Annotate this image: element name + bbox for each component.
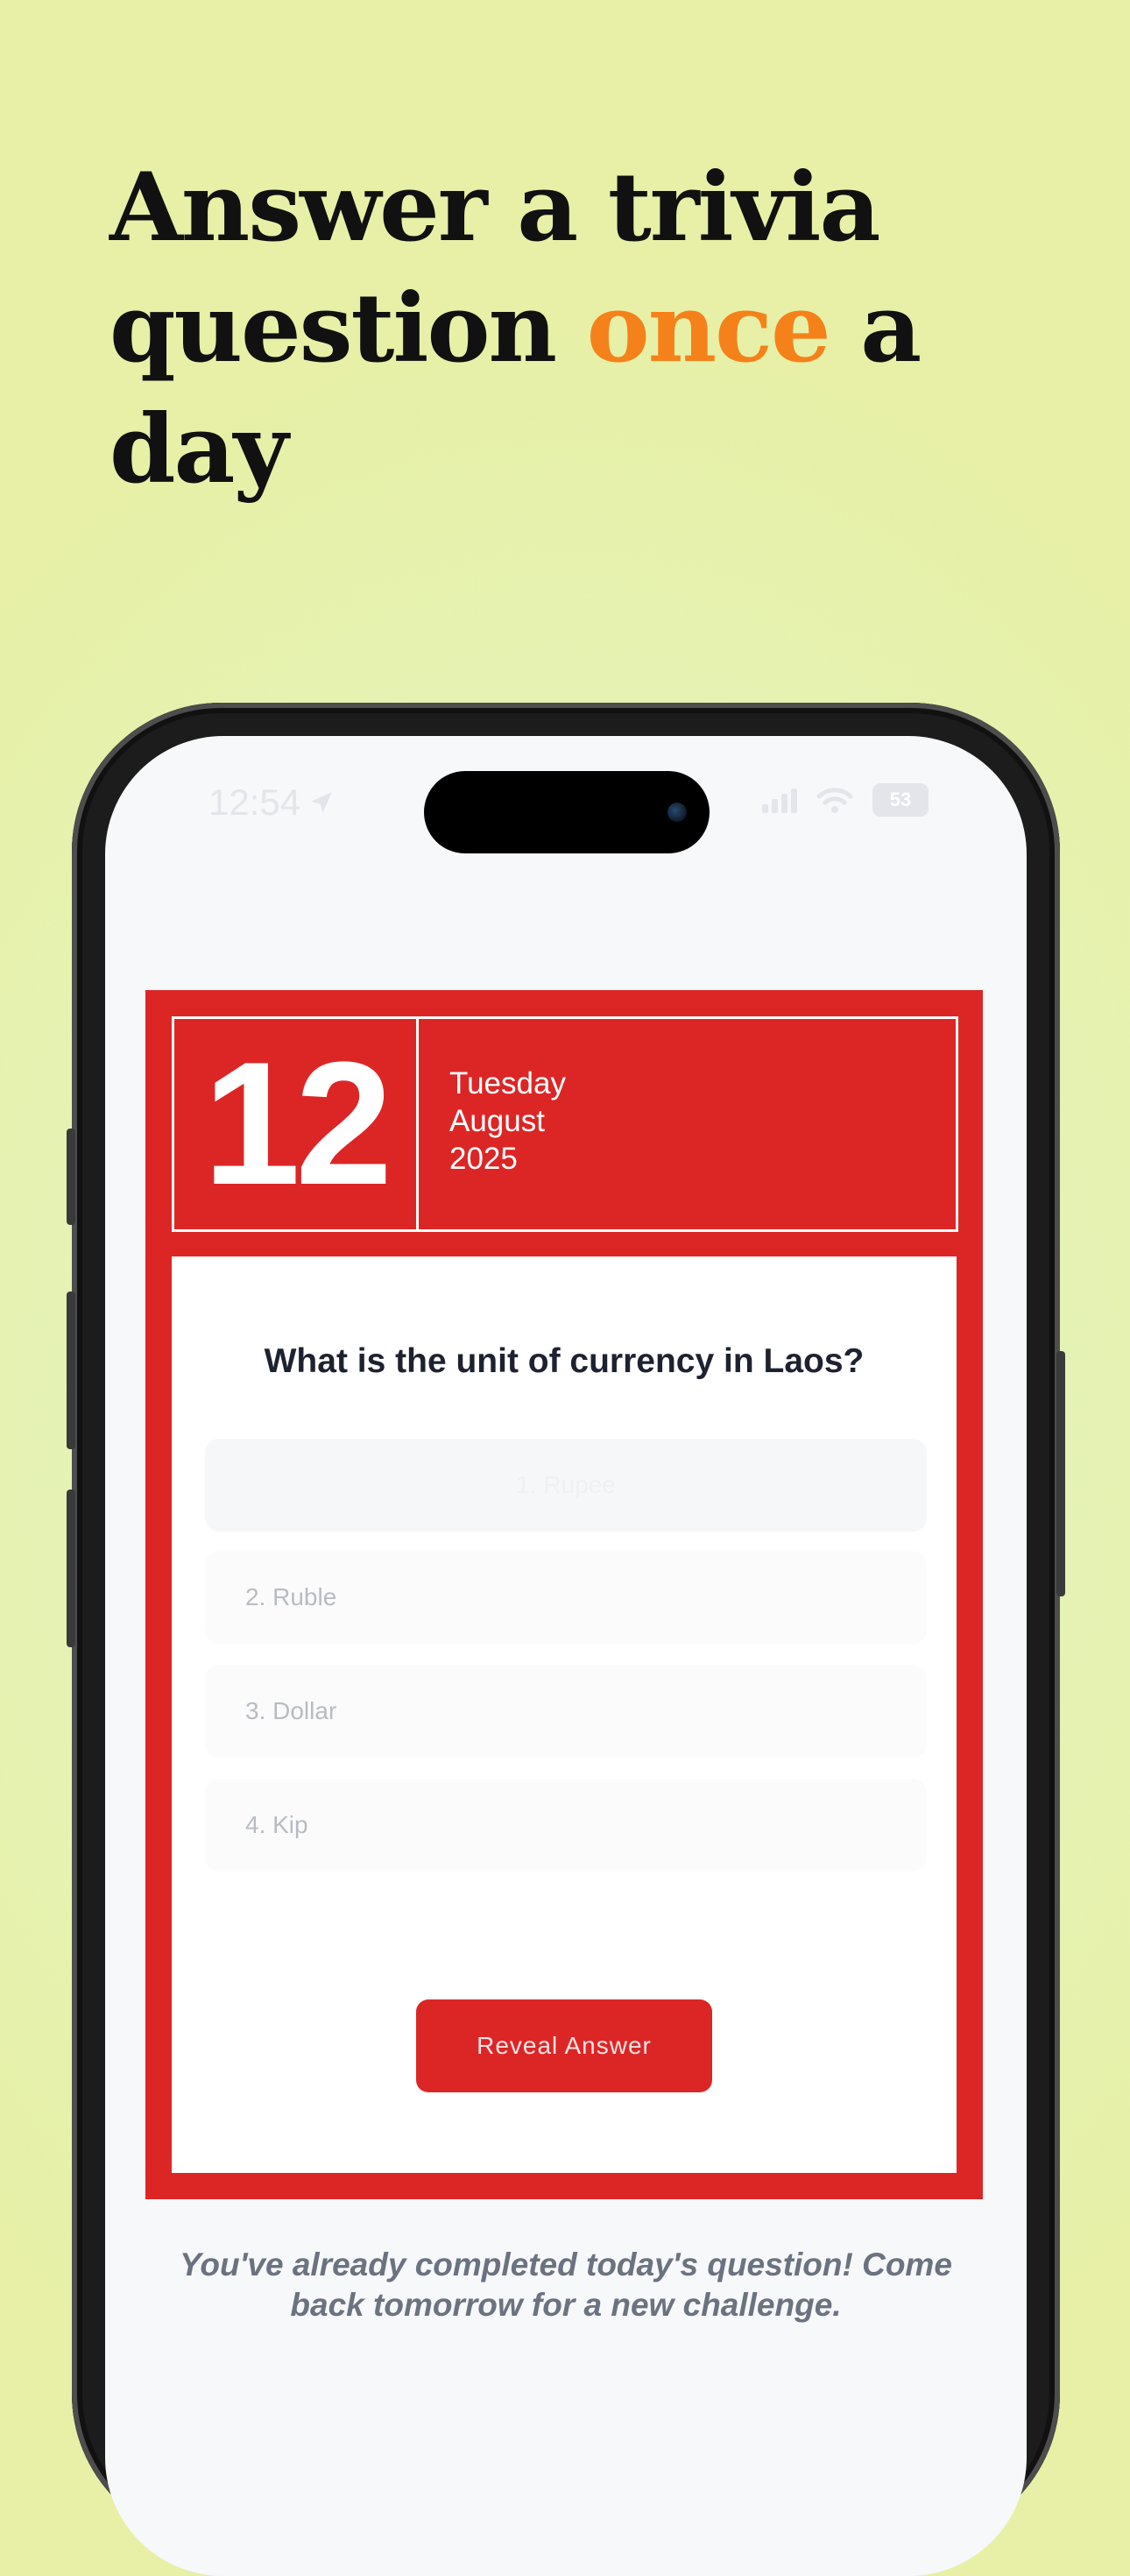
volume-down-button bbox=[67, 1490, 75, 1647]
volume-up-button bbox=[67, 1292, 75, 1449]
wifi-icon bbox=[816, 788, 853, 813]
answer-option-1[interactable]: 1. Rupee bbox=[205, 1439, 927, 1532]
status-time: 12:54 bbox=[208, 782, 335, 824]
headline-accent: once bbox=[586, 273, 831, 384]
answer-option-4[interactable]: 4. Kip bbox=[205, 1779, 927, 1872]
signal-bars-icon bbox=[762, 787, 797, 813]
year-label: 2025 bbox=[449, 1142, 518, 1176]
date-header: 12 Tuesday August 2025 bbox=[172, 1016, 958, 1232]
camera-icon bbox=[667, 803, 687, 822]
app-screen: 12:54 53 12 Tuesday August 2025 What is … bbox=[105, 736, 1027, 2576]
action-button bbox=[67, 1129, 75, 1225]
question-panel: What is the unit of currency in Laos? 1.… bbox=[172, 1256, 957, 2173]
power-button bbox=[1056, 1351, 1065, 1596]
weekday-label: Tuesday bbox=[449, 1066, 566, 1100]
month-label: August bbox=[449, 1104, 545, 1138]
date-details: Tuesday August 2025 bbox=[449, 1065, 566, 1178]
status-icons: 53 bbox=[762, 783, 929, 817]
question-text: What is the unit of currency in Laos? bbox=[264, 1342, 865, 1380]
day-number: 12 bbox=[174, 1019, 419, 1229]
promo-headline: Answer a trivia question once a day bbox=[109, 147, 1073, 510]
phone-frame: 12:54 53 12 Tuesday August 2025 What is … bbox=[67, 703, 1065, 2576]
answer-option-2[interactable]: 2. Ruble bbox=[205, 1551, 927, 1644]
trivia-card: 12 Tuesday August 2025 What is the unit … bbox=[145, 990, 983, 2199]
dynamic-island bbox=[424, 771, 710, 853]
status-time-text: 12:54 bbox=[208, 782, 301, 823]
completed-message: You've already completed today's questio… bbox=[180, 2247, 952, 2323]
battery-icon: 53 bbox=[872, 783, 929, 817]
reveal-answer-button[interactable]: Reveal Answer bbox=[416, 1999, 712, 2092]
answer-option-3[interactable]: 3. Dollar bbox=[205, 1665, 927, 1758]
location-arrow-icon bbox=[311, 792, 333, 813]
